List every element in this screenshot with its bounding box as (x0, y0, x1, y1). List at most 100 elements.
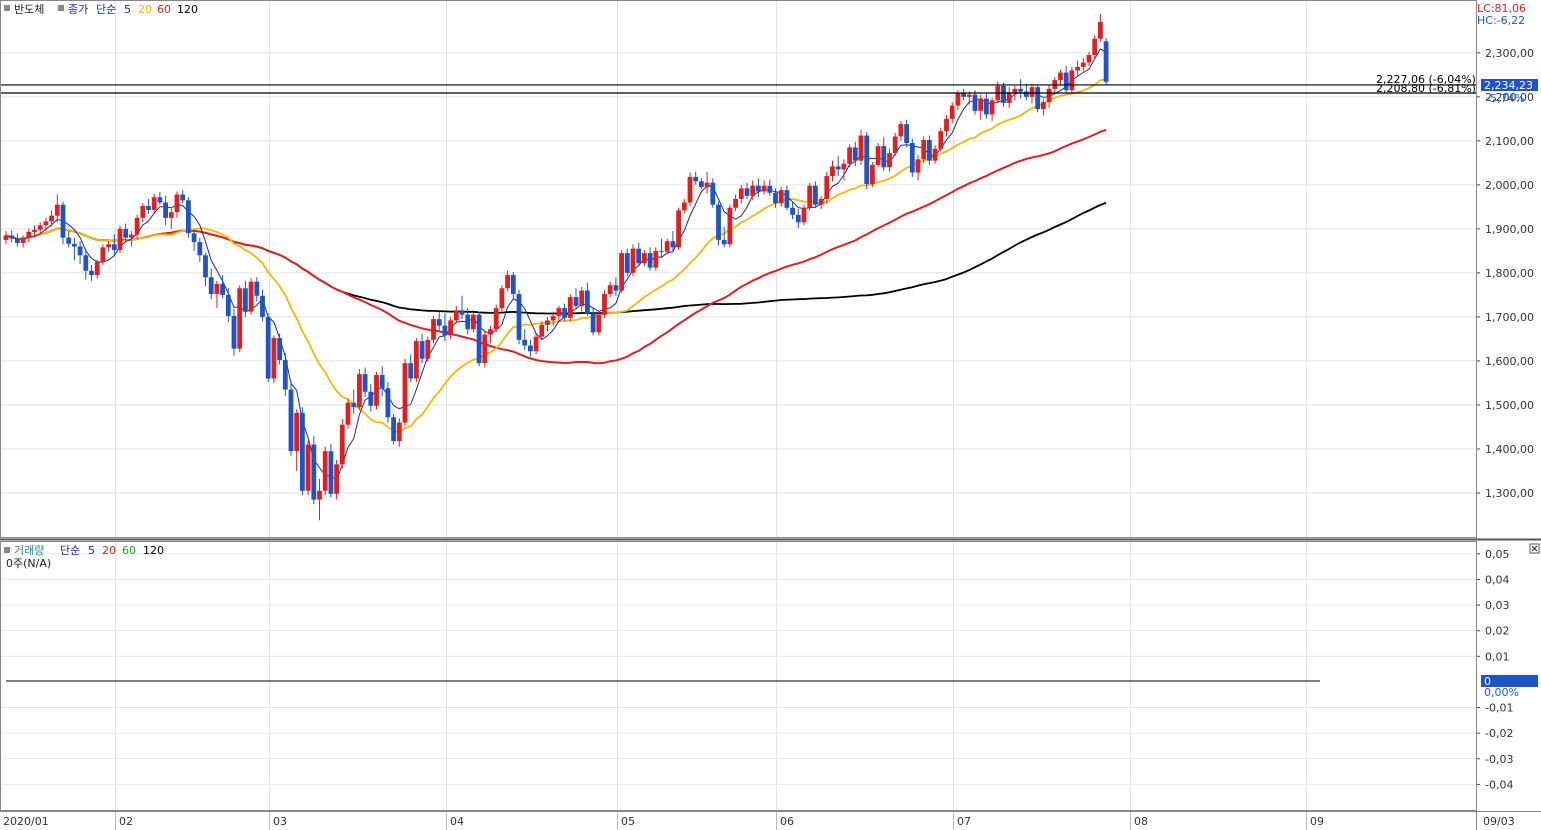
candle-body (1046, 88, 1052, 103)
x-axis-label: 05 (621, 815, 635, 828)
candle-body (938, 131, 944, 149)
legend-square-icon[interactable] (4, 5, 10, 11)
volume-tick-label: -0,04 (1485, 778, 1513, 791)
candle[interactable] (938, 127, 944, 152)
candle[interactable] (300, 407, 305, 496)
candle[interactable] (288, 380, 294, 456)
candle[interactable] (687, 172, 693, 206)
stock-chart[interactable]: 1,300,00 1,400,00 1,500,00 1,600,00 1,700,00… (0, 0, 1541, 830)
price-tick-label: 2,100,00 (1485, 135, 1534, 148)
candle[interactable] (927, 135, 932, 166)
candle[interactable] (1103, 37, 1109, 86)
candle[interactable] (271, 335, 277, 383)
candle-body (1092, 38, 1098, 56)
candle[interactable] (311, 435, 317, 504)
candle[interactable] (117, 225, 123, 254)
candle[interactable] (864, 132, 870, 190)
candle[interactable] (402, 358, 408, 427)
candle[interactable] (727, 204, 733, 248)
candle[interactable] (602, 290, 607, 318)
candle[interactable] (305, 440, 311, 496)
close-icon[interactable] (1529, 543, 1540, 554)
candle[interactable] (100, 244, 106, 265)
candle[interactable] (824, 171, 830, 204)
candle[interactable] (870, 161, 875, 188)
candle[interactable] (414, 338, 419, 383)
candle[interactable] (471, 311, 476, 333)
candle-body (339, 424, 345, 465)
candle-body (328, 451, 334, 494)
candle-body (602, 294, 607, 315)
candle-body (727, 207, 733, 245)
candle[interactable] (431, 316, 436, 344)
candle-body (567, 297, 573, 318)
candle[interactable] (533, 333, 539, 355)
candle-body (453, 310, 459, 321)
candle[interactable] (619, 250, 624, 293)
candle[interactable] (596, 311, 602, 336)
candle[interactable] (516, 289, 522, 345)
candle-body (37, 225, 43, 230)
volume-no-data: 0주(N/A) (6, 557, 51, 570)
candle[interactable] (322, 446, 328, 496)
candle-body (1069, 70, 1075, 91)
x-axis-label: 06 (780, 815, 794, 828)
candle[interactable] (334, 459, 339, 500)
candle[interactable] (499, 285, 505, 312)
candle[interactable] (493, 304, 499, 333)
candle[interactable] (345, 398, 351, 430)
candle[interactable] (265, 313, 271, 383)
candle[interactable] (567, 294, 573, 322)
candle-body (305, 444, 311, 491)
legend-square-icon[interactable] (4, 547, 10, 553)
candle[interactable] (1069, 66, 1075, 94)
candle-body (510, 275, 516, 295)
candle[interactable] (482, 331, 488, 368)
candle-body (254, 281, 260, 296)
candle[interactable] (476, 311, 482, 367)
candle-body (106, 244, 111, 248)
candle-body (784, 190, 790, 208)
candle[interactable] (716, 201, 721, 246)
zero-tag-pct: 0,00% (1484, 686, 1519, 699)
price-legend: 반도체 종가 단순 5 20 60 120 (4, 3, 198, 16)
candle[interactable] (237, 285, 243, 353)
candle-body (465, 314, 471, 330)
candle-body (231, 316, 237, 349)
candle[interactable] (1035, 84, 1041, 113)
candle-body (248, 281, 254, 312)
candle[interactable] (801, 204, 807, 226)
candle[interactable] (357, 368, 362, 411)
candle[interactable] (875, 143, 881, 168)
candle[interactable] (710, 178, 716, 208)
candle[interactable] (374, 371, 379, 410)
candle[interactable] (248, 278, 254, 315)
candle[interactable] (328, 443, 334, 498)
candle[interactable] (1001, 82, 1006, 107)
candle[interactable] (425, 336, 431, 362)
candle-body (579, 290, 585, 306)
candle-body (773, 192, 778, 204)
candle[interactable] (676, 207, 681, 251)
candle-body (288, 389, 294, 452)
candle-body (744, 188, 750, 196)
candle[interactable] (186, 197, 191, 238)
candle-body (243, 288, 248, 312)
candle-body (493, 308, 499, 330)
volume-legend-ma-label: 단순 (60, 544, 80, 557)
candle[interactable] (391, 413, 396, 445)
candle[interactable] (909, 138, 915, 177)
candle-body (203, 255, 208, 278)
candle-body (482, 334, 488, 364)
candle[interactable] (339, 419, 345, 469)
legend-square-icon[interactable] (58, 5, 64, 11)
candle[interactable] (277, 333, 282, 365)
volume-legend-ma-20: 20 (102, 544, 116, 557)
candle-body (528, 345, 533, 352)
candle-body (539, 324, 545, 337)
candle[interactable] (807, 182, 813, 211)
candle[interactable] (630, 244, 636, 277)
volume-tick-label: -0,01 (1485, 702, 1513, 715)
candle[interactable] (921, 136, 927, 163)
candle-body (966, 94, 972, 97)
